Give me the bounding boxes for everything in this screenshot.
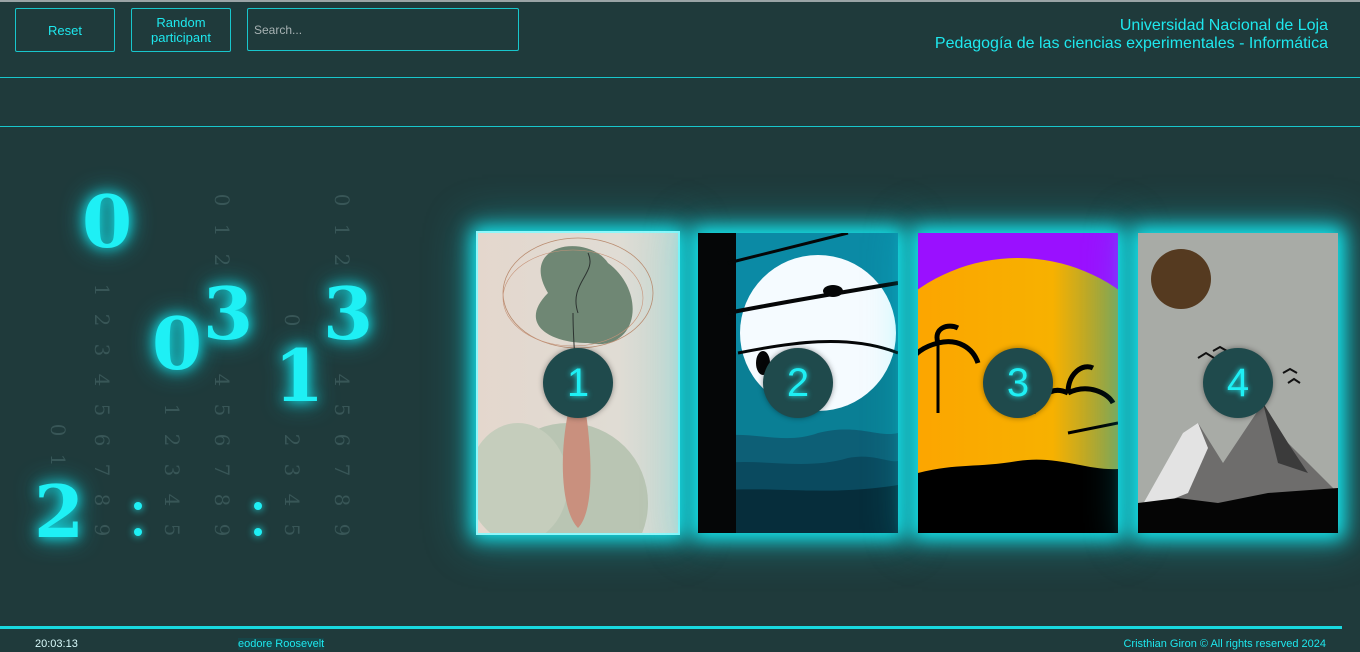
header: Reset Random participant Universidad Nac… (0, 2, 1360, 78)
clock-faint-digit: 9 (210, 523, 234, 537)
search-input[interactable] (247, 8, 519, 51)
secondary-bar (0, 78, 1360, 127)
clock-minute-ones: 3 (203, 271, 254, 356)
footer-time: 20:03:13 (35, 638, 78, 650)
footer: 20:03:13 eodore Roosevelt Cristhian Giro… (0, 626, 1342, 652)
clock-colon-dot (134, 528, 142, 536)
reset-button[interactable]: Reset (15, 8, 115, 52)
program-name: Pedagogía de las ciencias experimentales… (934, 35, 1328, 52)
clock-colon-dot (254, 528, 262, 536)
clock-faint-digit: 9 (90, 523, 114, 537)
card-number-badge: 3 (983, 348, 1053, 418)
clock-second-tens: 1 (274, 333, 325, 418)
clock-colon-dot (254, 502, 262, 510)
clock-hour-tens: 2 (34, 469, 85, 554)
card-number-badge: 1 (543, 348, 613, 418)
random-participant-button[interactable]: Random participant (131, 8, 231, 52)
participant-card-2[interactable]: 2 (698, 233, 898, 533)
card-number-badge: 2 (763, 348, 833, 418)
digital-clock: 0 1 2 1 2 3 4 5 6 7 8 9 0 1 2 3 4 5 0 0 … (20, 180, 400, 560)
clock-faint-digit: 9 (330, 523, 354, 537)
institution-title: Universidad Nacional de Loja Pedagogía d… (935, 17, 1328, 53)
clock-second-ones: 3 (323, 271, 374, 356)
card-number-badge: 4 (1203, 348, 1273, 418)
participant-card-3[interactable]: 3 (918, 233, 1118, 533)
participant-card-1[interactable]: 1 (476, 231, 680, 535)
clock-minute-tens: 0 (152, 301, 203, 386)
clock-faint-digit: 5 (280, 523, 304, 537)
clock-colon-dot (134, 502, 142, 510)
footer-marquee: eodore Roosevelt (238, 638, 325, 650)
university-name: Universidad Nacional de Loja (1119, 17, 1328, 34)
clock-faint-digit: 5 (160, 523, 184, 537)
clock-hour-ones: 0 (82, 179, 133, 264)
participant-card-4[interactable]: 4 (1138, 233, 1338, 533)
footer-copyright: Cristhian Giron © All rights reserved 20… (1123, 638, 1326, 650)
